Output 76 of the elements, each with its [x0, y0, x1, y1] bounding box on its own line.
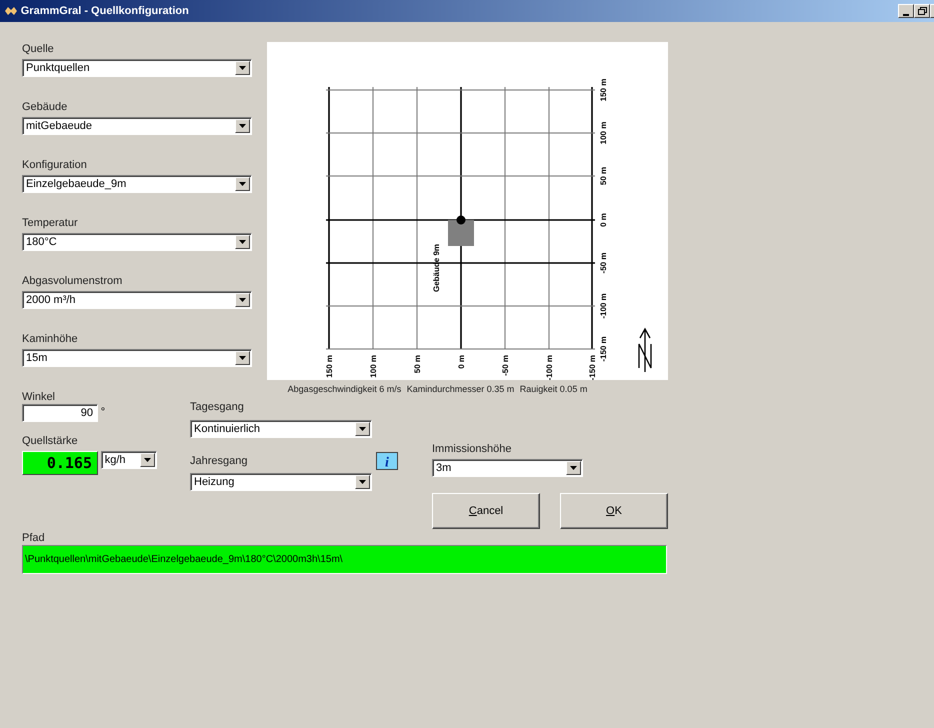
building [448, 220, 474, 246]
app-icon [4, 6, 18, 16]
dropdown-button[interactable] [140, 453, 155, 467]
dropdown[interactable]: Punktquellen [22, 59, 252, 77]
field-label: Immissionshöhe [432, 442, 512, 456]
field-label: Pfad [22, 531, 46, 545]
caret-icon [239, 298, 246, 302]
dropdown-button[interactable] [235, 351, 250, 365]
field-label: Quelle [22, 42, 55, 56]
caret-icon [239, 66, 246, 70]
axis-label: -100 m [545, 355, 554, 380]
path-field: \Punktquellen\mitGebaeude\Einzelgebaeude_9m\180°C\2000m3h\15m\ [22, 545, 667, 574]
field-label: Jahresgang [190, 454, 248, 468]
dropdown[interactable]: 3m [432, 459, 583, 477]
parameter-text: Rauigkeit 0.05 m [520, 382, 588, 396]
parameter-text: Abgasgeschwindigkeit 6 m/s [288, 382, 402, 396]
dropdown[interactable]: Einzelgebaeude_9m [22, 175, 252, 193]
caret-icon [239, 124, 246, 128]
dropdown-button[interactable] [355, 422, 370, 436]
axis-label: -150 m [599, 336, 608, 362]
minimize-button[interactable] [898, 4, 914, 18]
field-label: Quellstärke [22, 434, 79, 448]
field-label: Winkel [22, 390, 56, 404]
axis-label: 100 m [369, 355, 378, 378]
caret-icon [239, 240, 246, 244]
dropdown-button[interactable] [235, 61, 250, 75]
caret-icon [239, 356, 246, 360]
axis-label: -50 m [501, 355, 510, 376]
dropdown-button[interactable] [235, 235, 250, 249]
field-label: Konfiguration [22, 158, 88, 172]
axis-label: 50 m [599, 166, 608, 186]
dropdown-button[interactable] [235, 293, 250, 307]
dropdown-button[interactable] [235, 177, 250, 191]
dropdown[interactable]: 180°C [22, 233, 252, 251]
dropdown-button[interactable] [235, 119, 250, 133]
dropdown[interactable]: Kontinuierlich [190, 420, 372, 438]
dropdown[interactable]: 2000 m³/h [22, 291, 252, 309]
dialog-button[interactable]: OK [560, 493, 668, 529]
dropdown-button[interactable] [566, 461, 581, 475]
restore-button[interactable] [914, 4, 930, 18]
dropdown-button[interactable] [355, 475, 370, 490]
axis-label: 0 m [599, 213, 608, 227]
caret-icon [359, 480, 366, 484]
caret-icon [570, 466, 577, 470]
parameter-text: Kamindurchmesser 0.35 m [406, 382, 514, 396]
axis-label: -50 m [599, 252, 608, 274]
field-label: Kaminhöhe [22, 332, 79, 346]
axis-label: -100 m [599, 293, 608, 319]
dropdown[interactable]: mitGebaeude [22, 117, 252, 135]
field-label: Temperatur [22, 216, 79, 230]
emission-value: 0.165 [22, 451, 98, 475]
info-icon[interactable]: i [376, 452, 398, 470]
field-label: Tagesgang [190, 400, 245, 414]
dialog-button[interactable]: Cancel [432, 493, 540, 529]
caret-icon [359, 426, 366, 431]
dropdown[interactable]: Heizung [190, 473, 372, 492]
field-label: Gebäude [22, 100, 68, 114]
field-label: Abgasvolumenstrom [22, 274, 124, 288]
building-label: Gebäude 9m [432, 244, 441, 292]
axis-label: 100 m [599, 122, 608, 144]
dropdown[interactable]: 15m [22, 349, 252, 367]
angle-field[interactable]: 90 [22, 404, 98, 422]
axis-label: 150 m [325, 355, 334, 378]
dropdown[interactable]: kg/h [100, 451, 157, 469]
axis-label: 150 m [599, 78, 608, 102]
caret-icon [239, 182, 246, 186]
window-title: GrammGral - Quellkonfiguration [20, 4, 189, 19]
axis-label: 50 m [413, 355, 422, 374]
minimize-icon [903, 14, 909, 17]
source-point [456, 216, 466, 224]
north-arrow-drawing [638, 328, 652, 373]
degree-unit: ° [100, 405, 106, 420]
restore-icon [918, 7, 926, 15]
axis-label: -150 m [588, 355, 597, 380]
axis-label: 0 m [457, 355, 466, 369]
caret-icon [144, 458, 151, 462]
